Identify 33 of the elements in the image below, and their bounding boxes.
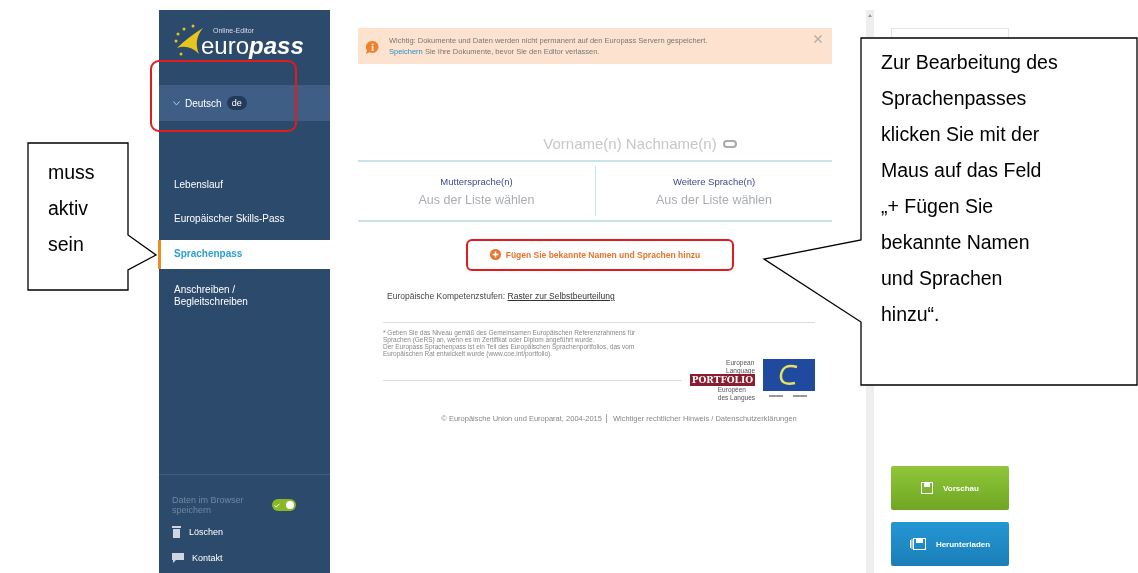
callout-text: muss aktiv sein bbox=[48, 160, 95, 257]
chevron-down-icon bbox=[173, 100, 180, 106]
callout-text: Zur Bearbeitung des Sprachenpasses klicken Sie mit der Maus auf das Feld „+ Fügen Sie bekannte Namen und Sprachen hinzu“. bbox=[881, 50, 1058, 327]
language-name: Deutsch bbox=[185, 97, 222, 109]
logo-wordmark: europass bbox=[201, 34, 304, 58]
scroll-up-icon[interactable] bbox=[868, 14, 872, 17]
storage-toggle[interactable] bbox=[272, 499, 296, 511]
link-icon[interactable] bbox=[722, 139, 737, 148]
nav-item[interactable]: Sprachenpass bbox=[158, 240, 330, 269]
language-selector[interactable]: Deutsch de bbox=[159, 85, 330, 121]
self-assessment-link[interactable]: Raster zur Selbstbeurteilung bbox=[507, 291, 615, 301]
scrollbar[interactable] bbox=[866, 10, 874, 37]
close-icon[interactable] bbox=[814, 35, 822, 43]
nav-item[interactable]: Lebenslauf bbox=[158, 168, 330, 202]
download-button[interactable]: Herunterladen bbox=[891, 522, 1009, 566]
preview-button[interactable]: Vorschau bbox=[891, 466, 1009, 510]
add-names-languages-button[interactable]: Fügen Sie bekannte Namen und Sprachen hinzu bbox=[481, 245, 709, 264]
trash-icon bbox=[172, 526, 181, 538]
speech-bubble-icon bbox=[172, 553, 184, 563]
storage-label: Daten im Browser speichern bbox=[172, 495, 244, 515]
language-field[interactable]: Aus der Liste wählen bbox=[418, 192, 535, 207]
check-icon bbox=[274, 502, 280, 508]
column-heading: Weitere Sprache(n) bbox=[672, 175, 756, 187]
scrollbar-track[interactable] bbox=[866, 385, 874, 573]
nav-item[interactable]: Europäischer Skills-Pass bbox=[158, 202, 330, 236]
info-bubble-icon bbox=[366, 41, 379, 54]
plus-circle-icon bbox=[489, 249, 501, 260]
sidebar-action[interactable]: Löschen bbox=[189, 527, 224, 537]
language-code: de bbox=[226, 96, 247, 110]
language-field[interactable]: Aus der Liste wählen bbox=[655, 192, 772, 207]
nav-item[interactable]: Anschreiben / Begleitschreiben bbox=[158, 273, 330, 319]
column-heading: Muttersprache(n) bbox=[440, 175, 513, 187]
sidebar-action[interactable]: Kontakt bbox=[192, 553, 223, 563]
